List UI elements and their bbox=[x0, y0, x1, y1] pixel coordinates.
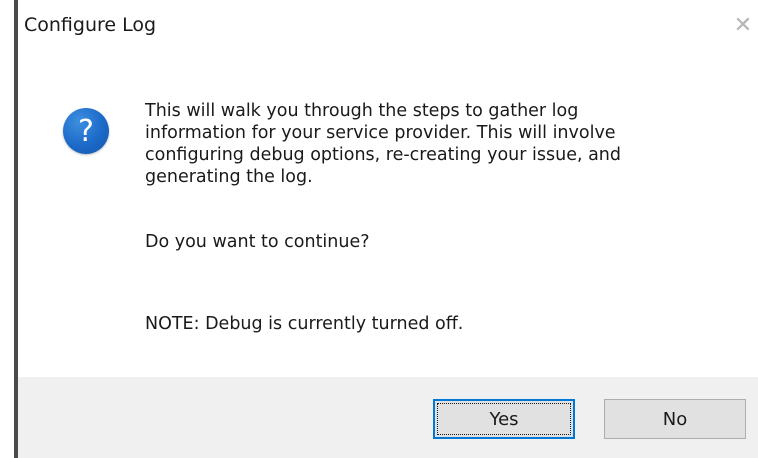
close-icon[interactable]: ✕ bbox=[730, 12, 756, 38]
focus-rectangle bbox=[437, 403, 571, 435]
question-icon: ? bbox=[63, 108, 109, 154]
message-line: generating the log. bbox=[145, 167, 313, 187]
message-text: This will walk you through the steps to … bbox=[145, 100, 725, 188]
message-line: information for your service provider. T… bbox=[145, 123, 616, 143]
no-button-label: No bbox=[662, 408, 688, 430]
debug-note: NOTE: Debug is currently turned off. bbox=[145, 314, 464, 334]
message-line: This will walk you through the steps to … bbox=[145, 101, 579, 121]
button-bar: Yes No bbox=[18, 377, 758, 458]
message-line: configuring debug options, re-creating y… bbox=[145, 145, 622, 165]
confirmation-question: Do you want to continue? bbox=[145, 232, 370, 252]
no-button[interactable]: No bbox=[604, 399, 746, 439]
yes-button[interactable]: Yes bbox=[433, 399, 575, 439]
dialog-title: Configure Log bbox=[24, 14, 157, 36]
configure-log-dialog: Configure Log ✕ ? This will walk you thr… bbox=[18, 0, 758, 458]
